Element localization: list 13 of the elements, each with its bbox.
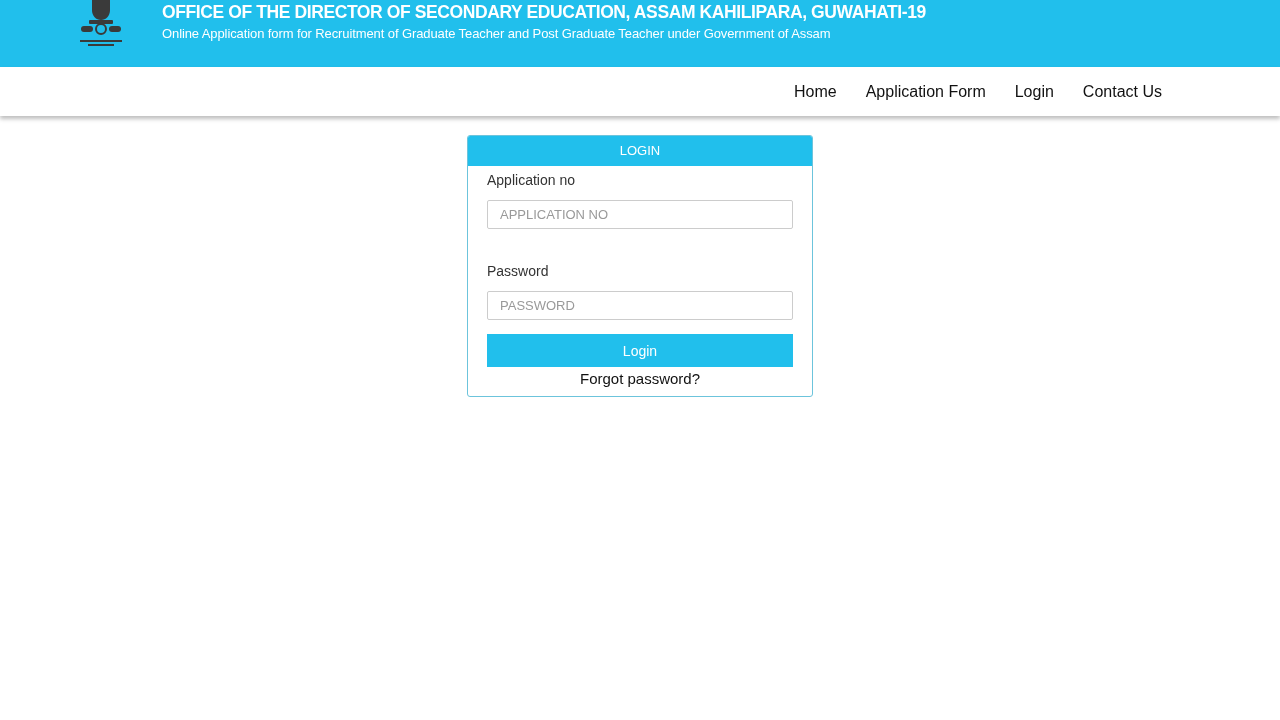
nav-link[interactable]: Home bbox=[793, 82, 837, 101]
office-subtitle: Online Application form for Recruitment of Graduate Teacher and Post Graduate Teacher under Government of Assam bbox=[162, 25, 832, 43]
field-label: Password bbox=[487, 263, 550, 279]
nav-link[interactable]: Login bbox=[1014, 82, 1054, 101]
forgot-password-link[interactable]: Forgot password? bbox=[579, 370, 701, 387]
login-card-header: LOGIN bbox=[468, 136, 812, 166]
field-label: Application no bbox=[487, 172, 576, 188]
password-field[interactable]: PASSWORD bbox=[487, 291, 793, 320]
emblem-icon bbox=[78, 0, 124, 48]
nav-link[interactable]: Contact Us bbox=[1082, 82, 1162, 101]
application-no-field[interactable]: APPLICATION NO bbox=[487, 200, 793, 229]
office-title: OFFICE OF THE DIRECTOR OF SECONDARY EDUCATION, ASSAM KAHILIPARA, GUWAHATI-19 bbox=[162, 2, 926, 22]
nav-link[interactable]: Application Form bbox=[865, 82, 986, 101]
